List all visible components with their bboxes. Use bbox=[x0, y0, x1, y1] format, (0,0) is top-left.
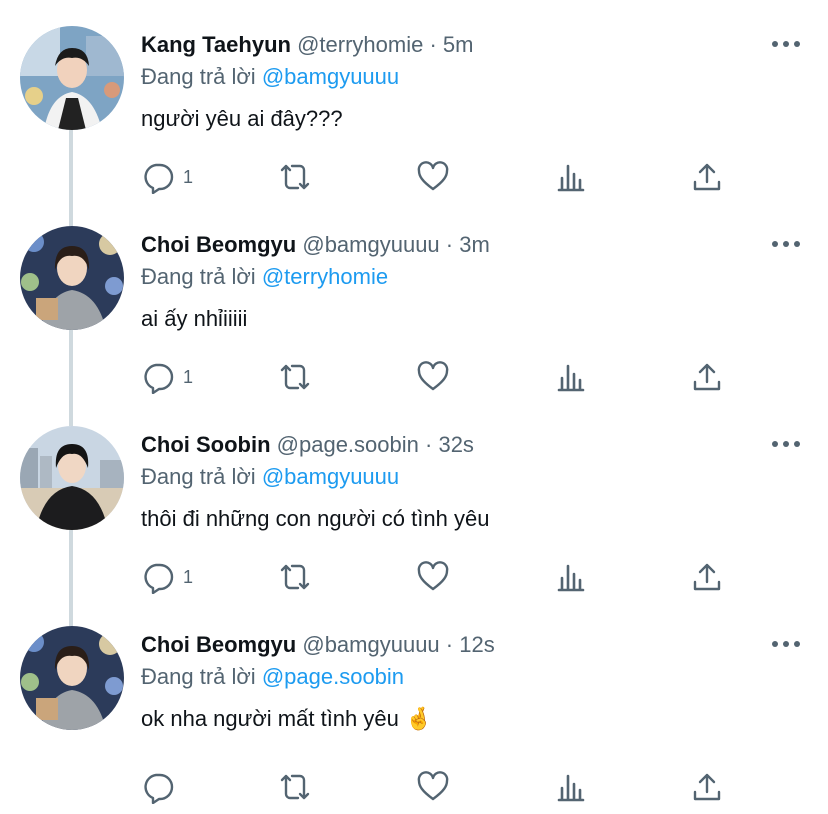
retweet-button[interactable] bbox=[276, 360, 314, 394]
share-button[interactable] bbox=[690, 360, 724, 394]
share-icon bbox=[693, 773, 721, 801]
tweet[interactable]: Choi Beomgyu @bamgyuuuu · 3m Đang trả lờ… bbox=[0, 200, 828, 400]
analytics-icon bbox=[557, 364, 585, 392]
share-icon bbox=[693, 363, 721, 391]
avatar[interactable] bbox=[20, 626, 124, 730]
reply-icon bbox=[144, 163, 174, 194]
tweet-text: ai ấy nhỉiiiii bbox=[141, 306, 248, 331]
display-name[interactable]: Choi Soobin bbox=[141, 432, 271, 457]
retweet-icon bbox=[280, 164, 310, 190]
share-icon bbox=[693, 163, 721, 191]
avatar[interactable] bbox=[20, 226, 124, 330]
like-button[interactable] bbox=[416, 360, 450, 394]
separator-dot: · bbox=[445, 632, 454, 657]
mention-link[interactable]: @page.soobin bbox=[262, 664, 404, 689]
reply-icon bbox=[144, 363, 174, 394]
reply-button[interactable]: 1 bbox=[141, 560, 193, 594]
analytics-button[interactable] bbox=[554, 560, 588, 594]
reply-button[interactable]: 1 bbox=[141, 160, 193, 194]
tweet-text: ok nha người mất tình yêu 🤞 bbox=[141, 706, 433, 731]
replying-to-label: Đang trả lời bbox=[141, 464, 256, 489]
analytics-button[interactable] bbox=[554, 360, 588, 394]
mention-link[interactable]: @bamgyuuuu bbox=[262, 64, 399, 89]
more-icon[interactable] bbox=[772, 234, 800, 254]
mention-link[interactable]: @terryhomie bbox=[262, 264, 388, 289]
analytics-button[interactable] bbox=[554, 770, 588, 804]
tweet-actions bbox=[0, 770, 828, 804]
retweet-icon bbox=[280, 564, 310, 590]
like-button[interactable] bbox=[416, 560, 450, 594]
separator-dot: · bbox=[429, 32, 437, 57]
user-handle[interactable]: @bamgyuuuu bbox=[302, 232, 439, 257]
analytics-icon bbox=[557, 564, 585, 592]
tweet-header: Choi Beomgyu @bamgyuuuu · 3m bbox=[141, 230, 490, 260]
reply-count: 1 bbox=[183, 166, 194, 187]
tweet[interactable]: Kang Taehyun @terryhomie · 5m Đang trả l… bbox=[0, 0, 828, 200]
like-icon bbox=[417, 161, 449, 191]
tweet-text: thôi đi những con người có tình yêu bbox=[141, 506, 490, 531]
replying-to: Đang trả lời @bamgyuuuu bbox=[141, 62, 399, 92]
like-button[interactable] bbox=[416, 770, 450, 804]
like-icon bbox=[417, 561, 449, 591]
timestamp[interactable]: 3m bbox=[459, 232, 490, 257]
separator-dot: · bbox=[445, 232, 454, 257]
avatar[interactable] bbox=[20, 26, 124, 130]
separator-dot: · bbox=[425, 432, 433, 457]
reply-icon bbox=[144, 773, 174, 804]
share-button[interactable] bbox=[690, 770, 724, 804]
analytics-icon bbox=[557, 164, 585, 192]
tweet-actions: 1 bbox=[0, 160, 828, 194]
timestamp[interactable]: 12s bbox=[459, 632, 494, 657]
replying-to-label: Đang trả lời bbox=[141, 64, 256, 89]
replying-to: Đang trả lời @bamgyuuuu bbox=[141, 462, 399, 492]
replying-to-label: Đang trả lời bbox=[141, 664, 256, 689]
tweet-header: Kang Taehyun @terryhomie · 5m bbox=[141, 30, 473, 60]
reply-button[interactable] bbox=[141, 770, 183, 804]
user-handle[interactable]: @page.soobin bbox=[277, 432, 419, 457]
user-handle[interactable]: @bamgyuuuu bbox=[302, 632, 439, 657]
display-name[interactable]: Choi Beomgyu bbox=[141, 632, 296, 657]
like-icon bbox=[417, 361, 449, 391]
tweet[interactable]: Choi Beomgyu @bamgyuuuu · 12s Đang trả l… bbox=[0, 600, 828, 804]
tweet-header: Choi Beomgyu @bamgyuuuu · 12s bbox=[141, 630, 495, 660]
reply-icon bbox=[144, 563, 174, 594]
tweet-actions: 1 bbox=[0, 560, 828, 594]
analytics-icon bbox=[557, 774, 585, 802]
retweet-icon bbox=[280, 774, 310, 800]
like-icon bbox=[417, 771, 449, 801]
retweet-button[interactable] bbox=[276, 770, 314, 804]
replying-to: Đang trả lời @terryhomie bbox=[141, 262, 388, 292]
share-button[interactable] bbox=[690, 560, 724, 594]
reply-button[interactable]: 1 bbox=[141, 360, 193, 394]
reply-count: 1 bbox=[183, 566, 194, 587]
retweet-button[interactable] bbox=[276, 560, 314, 594]
tweet-text: người yêu ai đây??? bbox=[141, 106, 343, 131]
replying-to-label: Đang trả lời bbox=[141, 264, 256, 289]
retweet-button[interactable] bbox=[276, 160, 314, 194]
user-handle[interactable]: @terryhomie bbox=[297, 32, 423, 57]
share-icon bbox=[693, 563, 721, 591]
analytics-button[interactable] bbox=[554, 160, 588, 194]
display-name[interactable]: Choi Beomgyu bbox=[141, 232, 296, 257]
reply-count: 1 bbox=[183, 366, 194, 387]
more-icon[interactable] bbox=[772, 434, 800, 454]
timestamp[interactable]: 5m bbox=[443, 32, 474, 57]
like-button[interactable] bbox=[416, 160, 450, 194]
replying-to: Đang trả lời @page.soobin bbox=[141, 662, 404, 692]
tweet-actions: 1 bbox=[0, 360, 828, 394]
avatar[interactable] bbox=[20, 426, 124, 530]
tweet-header: Choi Soobin @page.soobin · 32s bbox=[141, 430, 474, 460]
mention-link[interactable]: @bamgyuuuu bbox=[262, 464, 399, 489]
more-icon[interactable] bbox=[772, 34, 800, 54]
share-button[interactable] bbox=[690, 160, 724, 194]
tweet[interactable]: Choi Soobin @page.soobin · 32s Đang trả … bbox=[0, 400, 828, 600]
timestamp[interactable]: 32s bbox=[438, 432, 473, 457]
retweet-icon bbox=[280, 364, 310, 390]
more-icon[interactable] bbox=[772, 634, 800, 654]
display-name[interactable]: Kang Taehyun bbox=[141, 32, 291, 57]
